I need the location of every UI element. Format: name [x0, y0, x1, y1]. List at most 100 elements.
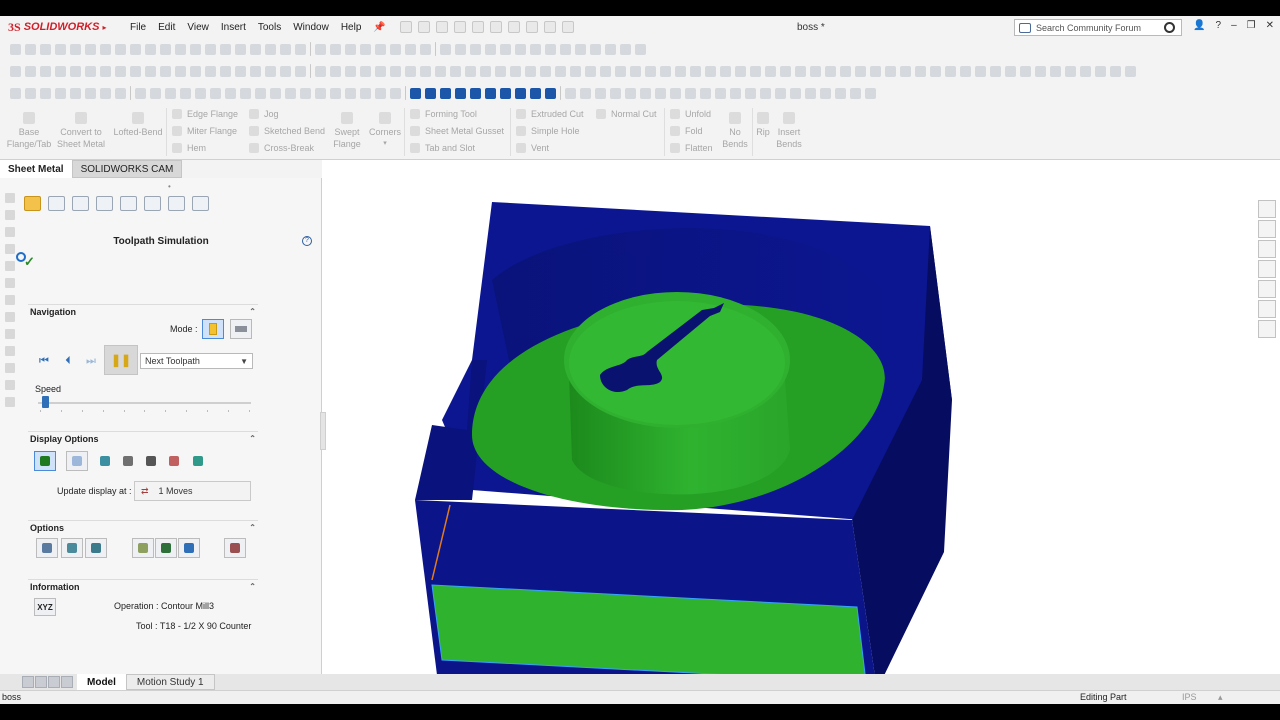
tool-icon[interactable] [480, 65, 491, 77]
step-mode-select[interactable]: Next Toolpath ▼ [140, 353, 253, 369]
tool-icon[interactable] [795, 65, 806, 77]
tool-icon[interactable] [840, 65, 851, 77]
show-toolpath-button[interactable] [187, 451, 209, 471]
tool-icon[interactable] [85, 65, 96, 77]
tab-and-slot-button[interactable]: Tab and Slot [410, 143, 475, 153]
tool-icon[interactable] [720, 65, 731, 77]
tree-item-icon[interactable] [5, 295, 15, 305]
tool-icon[interactable] [390, 87, 401, 99]
tool-icon[interactable] [690, 65, 701, 77]
tool-icon[interactable] [85, 43, 96, 55]
tool-icon[interactable] [145, 43, 156, 55]
tool-icon[interactable] [330, 43, 341, 55]
tool-icon[interactable] [25, 43, 36, 55]
tool-icon[interactable] [115, 65, 126, 77]
tool-icon[interactable] [235, 43, 246, 55]
tool-icon[interactable] [115, 87, 126, 99]
convert-to-sheet-metal-button[interactable]: Convert to Sheet Metal [54, 112, 108, 150]
design-library-icon[interactable] [1258, 220, 1276, 238]
tool-icon[interactable] [615, 65, 626, 77]
tool-icon[interactable] [1125, 65, 1136, 77]
tool-icon[interactable] [315, 65, 326, 77]
tool-icon[interactable] [470, 43, 481, 55]
jog-button[interactable]: Jog [249, 109, 279, 119]
tool-icon[interactable] [85, 87, 96, 99]
tree-item-icon[interactable] [5, 210, 15, 220]
cam-operation-icon[interactable] [168, 196, 185, 211]
tool-icon[interactable] [250, 65, 261, 77]
simulation-settings-button[interactable] [224, 538, 246, 558]
view-orientation-icon[interactable] [485, 87, 496, 99]
tree-item-icon[interactable] [5, 363, 15, 373]
tool-icon[interactable] [440, 43, 451, 55]
collapse-icon[interactable]: ⌃ [249, 523, 256, 532]
first-tab-icon[interactable] [22, 676, 34, 688]
step-forward-button[interactable]: ⏭ [81, 353, 101, 369]
custom-properties-icon[interactable] [1258, 300, 1276, 318]
tree-item-icon[interactable] [5, 397, 15, 407]
tool-icon[interactable] [175, 43, 186, 55]
tool-icon[interactable] [700, 87, 711, 99]
tool-icon[interactable] [730, 87, 741, 99]
normal-cut-button[interactable]: Normal Cut [596, 109, 657, 119]
tool-icon[interactable] [180, 87, 191, 99]
tool-icon[interactable] [805, 87, 816, 99]
status-units[interactable]: IPS [1182, 692, 1197, 702]
tree-item-icon[interactable] [5, 312, 15, 322]
tool-icon[interactable] [420, 65, 431, 77]
tool-icon[interactable] [765, 65, 776, 77]
view-orientation-icon[interactable] [470, 87, 481, 99]
tool-icon[interactable] [630, 65, 641, 77]
tool-icon[interactable] [100, 65, 111, 77]
cam-feature-tree-icon[interactable] [144, 196, 161, 211]
tool-icon[interactable] [330, 87, 341, 99]
tool-icon[interactable] [715, 87, 726, 99]
units-dropdown-icon[interactable]: ▴ [1218, 692, 1223, 703]
tool-icon[interactable] [10, 43, 21, 55]
menu-file[interactable]: File [124, 22, 152, 33]
tool-icon[interactable] [70, 65, 81, 77]
no-bends-button[interactable]: No Bends [718, 112, 752, 150]
tool-icon[interactable] [345, 87, 356, 99]
configuration-icon[interactable] [96, 196, 113, 211]
tool-icon[interactable] [25, 65, 36, 77]
tool-icon[interactable] [70, 43, 81, 55]
vent-button[interactable]: Vent [516, 143, 549, 153]
tool-icon[interactable] [465, 65, 476, 77]
tool-icon[interactable] [900, 65, 911, 77]
tool-icon[interactable] [620, 43, 631, 55]
appearance-icon[interactable] [120, 196, 137, 211]
flatten-button[interactable]: Flatten [670, 143, 713, 153]
home-icon[interactable] [399, 21, 412, 33]
open-icon[interactable] [435, 21, 448, 33]
tool-icon[interactable] [790, 87, 801, 99]
tool-icon[interactable] [685, 87, 696, 99]
tab-model[interactable]: Model [77, 674, 126, 690]
tool-icon[interactable] [1035, 65, 1046, 77]
simulation-model-svg[interactable] [322, 160, 1280, 690]
tool-icon[interactable] [850, 87, 861, 99]
tool-icon[interactable] [1005, 65, 1016, 77]
tool-icon[interactable] [495, 65, 506, 77]
tool-icon[interactable] [255, 87, 266, 99]
tool-icon[interactable] [1065, 65, 1076, 77]
tool-icon[interactable] [745, 87, 756, 99]
tool-icon[interactable] [295, 43, 306, 55]
tool-icon[interactable] [760, 87, 771, 99]
tool-icon[interactable] [10, 87, 21, 99]
tool-icon[interactable] [780, 65, 791, 77]
tool-icon[interactable] [945, 65, 956, 77]
fold-button[interactable]: Fold [670, 126, 703, 136]
simple-hole-button[interactable]: Simple Hole [516, 126, 580, 136]
tool-icon[interactable] [500, 43, 511, 55]
tab-motion-study-1[interactable]: Motion Study 1 [125, 674, 215, 690]
mode-toolpath-button[interactable] [202, 319, 224, 339]
close-button[interactable]: ✕ [1266, 20, 1274, 31]
tool-icon[interactable] [640, 87, 651, 99]
tool-icon[interactable] [150, 87, 161, 99]
tool-icon[interactable] [960, 65, 971, 77]
show-difference-button[interactable] [163, 451, 185, 471]
tool-icon[interactable] [240, 87, 251, 99]
view-orientation-icon[interactable] [530, 87, 541, 99]
tool-icon[interactable] [750, 65, 761, 77]
